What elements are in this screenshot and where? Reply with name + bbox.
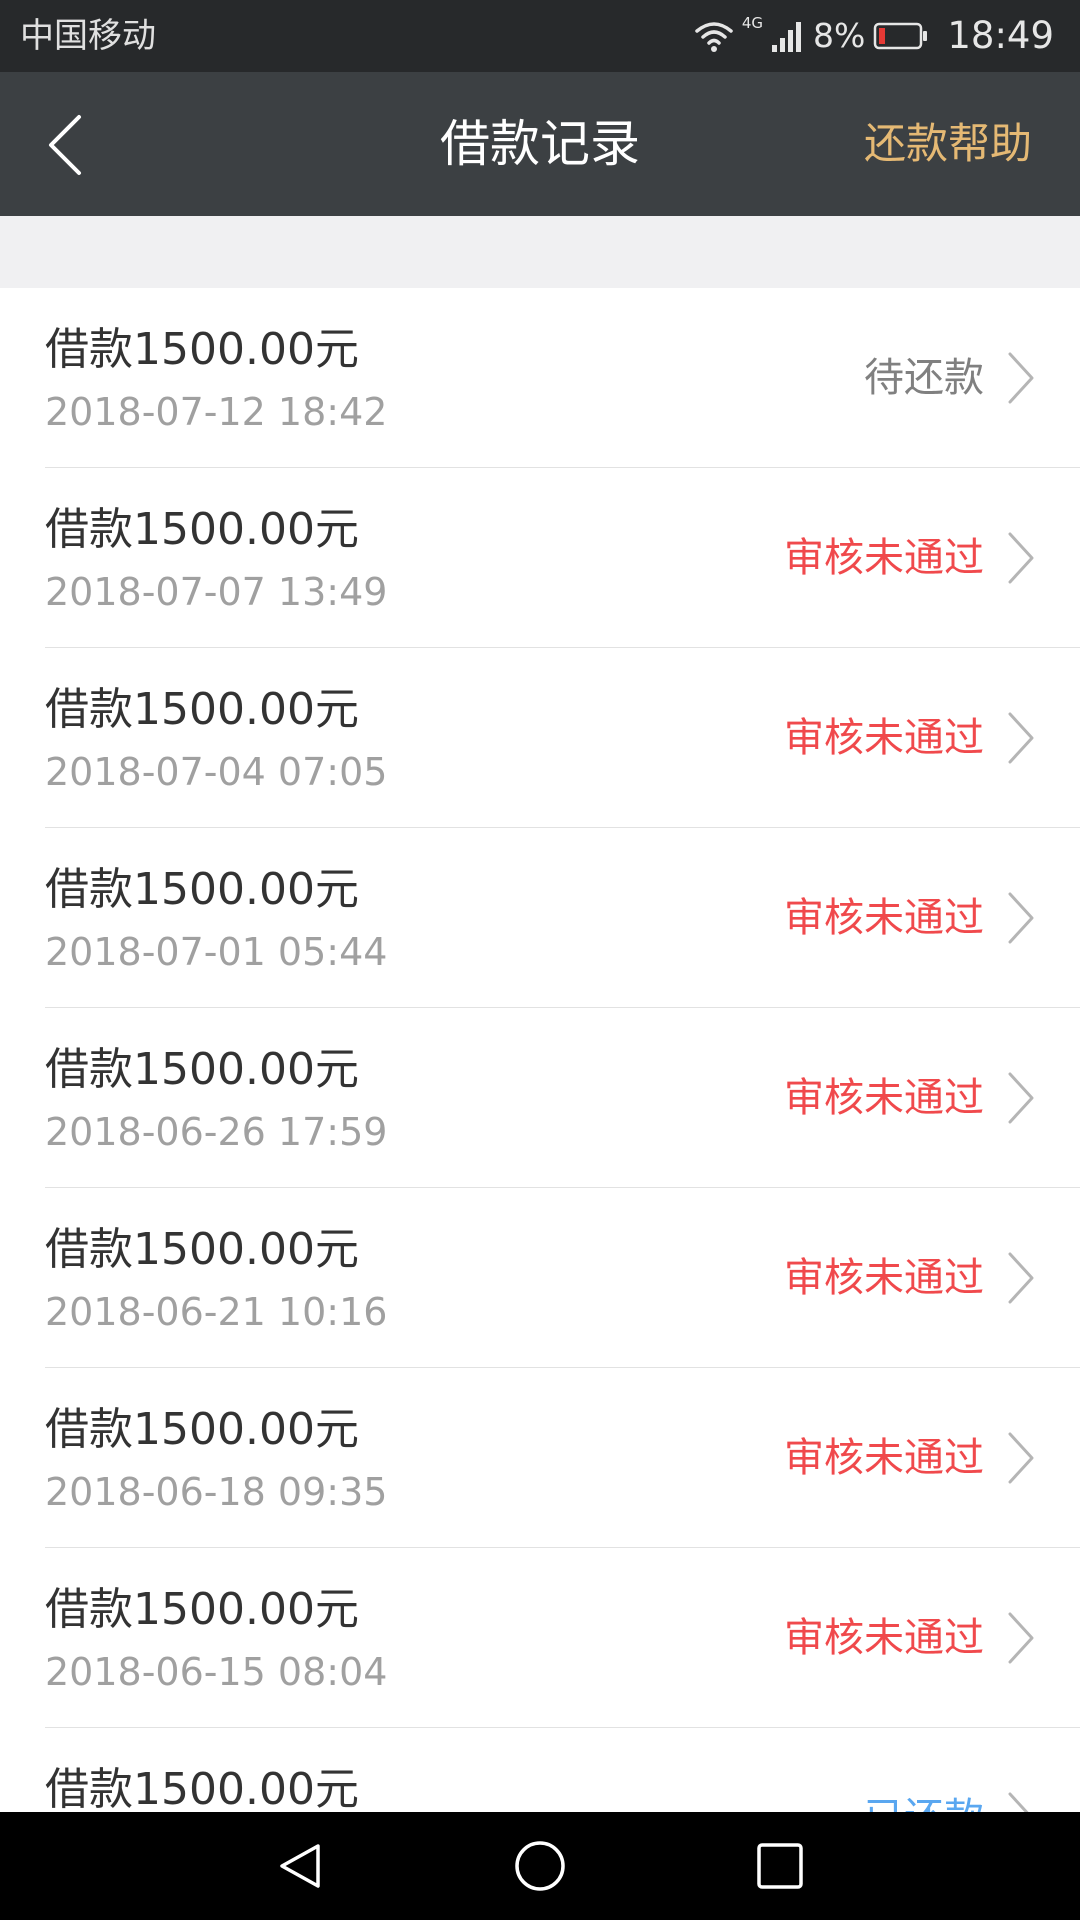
- record-amount: 借款1500.00元: [45, 864, 359, 915]
- record-amount: 借款1500.00元: [45, 1044, 359, 1095]
- battery-icon: [873, 21, 929, 51]
- record-status: 待还款: [864, 355, 984, 401]
- loan-record-list[interactable]: 借款1500.00元 2018-07-12 18:42 待还款 借款1500.00元 2…: [0, 288, 1080, 1812]
- record-time: 2018-06-15 08:04: [45, 1650, 388, 1694]
- record-time: 2018-07-07 13:49: [45, 570, 388, 614]
- loan-record-row[interactable]: 借款1500.00元 2018-07-12 18:42 待还款: [45, 288, 1080, 468]
- system-navigation-bar: [0, 1812, 1080, 1920]
- record-status: 审核未通过: [784, 1255, 984, 1301]
- chevron-right-icon: [1008, 1792, 1029, 1812]
- record-status: 审核未通过: [784, 535, 984, 581]
- loan-record-row[interactable]: 借款1500.00元 2018-06-21 10:16 审核未通过: [45, 1188, 1080, 1368]
- chevron-right-icon: [1008, 1432, 1034, 1484]
- chevron-right-icon: [1008, 1612, 1034, 1664]
- back-button[interactable]: [30, 110, 100, 180]
- chevron-right-icon: [1008, 1252, 1034, 1304]
- loan-record-row[interactable]: 借款1500.00元 2018-06-18 09:35 审核未通过: [45, 1368, 1080, 1548]
- record-status: 审核未通过: [784, 1075, 984, 1121]
- record-amount: 借款1500.00元: [45, 1584, 359, 1635]
- record-status: 审核未通过: [784, 715, 984, 761]
- chevron-left-icon: [49, 115, 81, 175]
- circle-home-icon: [515, 1841, 565, 1891]
- wifi-icon: [694, 19, 734, 53]
- record-amount: 借款1500.00元: [45, 1764, 359, 1812]
- record-status: 审核未通过: [784, 1615, 984, 1661]
- square-recent-icon: [757, 1843, 803, 1889]
- network-type-label: 4G: [741, 14, 763, 32]
- chevron-right-icon: [1008, 352, 1034, 404]
- carrier-name: 中国移动: [20, 16, 156, 56]
- record-time: 2018-06-21 10:16: [45, 1290, 388, 1334]
- chevron-right-icon: [1008, 1072, 1034, 1124]
- loan-record-row[interactable]: 借款1500.00元 2018-07-01 05:44 审核未通过: [45, 828, 1080, 1008]
- loan-record-row[interactable]: 借款1500.00元 2018-07-07 13:49 审核未通过: [45, 468, 1080, 648]
- chevron-right-icon: [1008, 532, 1034, 584]
- repayment-help-link[interactable]: 还款帮助: [864, 72, 1032, 216]
- record-time: 2018-07-01 05:44: [45, 930, 388, 974]
- loan-record-row[interactable]: 借款1500.00元已还款: [45, 1728, 1080, 1812]
- signal-icon: [771, 19, 805, 53]
- status-indicators: 4G 8% 18:49: [694, 10, 1054, 62]
- record-time: 2018-06-18 09:35: [45, 1470, 388, 1514]
- chevron-right-icon: [1008, 892, 1034, 944]
- chevron-right-icon: [1008, 712, 1034, 764]
- nav-bar: 借款记录 还款帮助: [0, 72, 1080, 216]
- record-time: 2018-07-12 18:42: [45, 390, 388, 434]
- triangle-back-icon: [280, 1844, 320, 1888]
- record-status: 审核未通过: [784, 895, 984, 941]
- record-amount: 借款1500.00元: [45, 684, 359, 735]
- screen: 中国移动 4G 8% 18:49 借款记录 还款帮助 借款1500.00元 20…: [0, 0, 1080, 1920]
- record-amount: 借款1500.00元: [45, 1404, 359, 1455]
- system-back-button[interactable]: [272, 1838, 328, 1894]
- record-amount: 借款1500.00元: [45, 1224, 359, 1275]
- system-recent-apps-button[interactable]: [752, 1838, 808, 1894]
- clock: 18:49: [947, 14, 1054, 57]
- system-home-button[interactable]: [512, 1838, 568, 1894]
- record-time: 2018-06-26 17:59: [45, 1110, 388, 1154]
- loan-record-row[interactable]: 借款1500.00元 2018-06-15 08:04 审核未通过: [45, 1548, 1080, 1728]
- record-amount: 借款1500.00元: [45, 324, 359, 375]
- record-time: 2018-07-04 07:05: [45, 750, 388, 794]
- record-status: 审核未通过: [784, 1435, 984, 1481]
- record-status: 已还款: [864, 1788, 984, 1812]
- status-bar: 中国移动 4G 8% 18:49: [0, 0, 1080, 72]
- section-gap: [0, 216, 1080, 288]
- record-amount: 借款1500.00元: [45, 504, 359, 555]
- battery-percent: 8%: [813, 16, 866, 55]
- loan-record-row[interactable]: 借款1500.00元 2018-07-04 07:05 审核未通过: [45, 648, 1080, 828]
- loan-record-row[interactable]: 借款1500.00元 2018-06-26 17:59 审核未通过: [45, 1008, 1080, 1188]
